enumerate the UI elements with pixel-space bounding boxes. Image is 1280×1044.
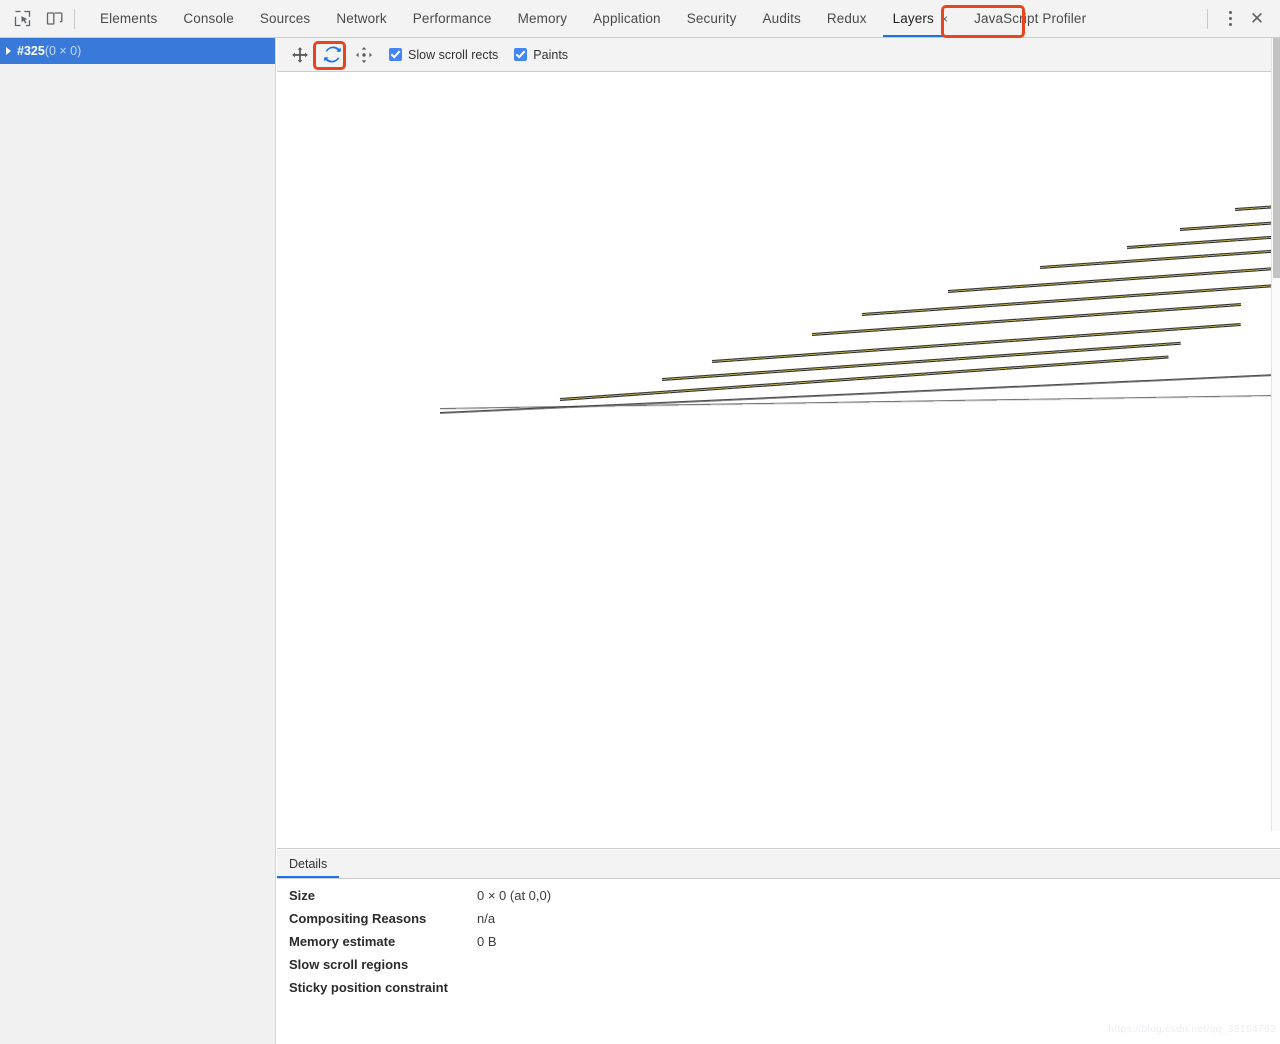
layers-toolbar: Slow scroll rects Paints [277, 38, 1280, 72]
paints-label: Paints [533, 48, 568, 62]
detail-value: 0 B [477, 934, 497, 949]
rotate-mode-button[interactable] [317, 42, 347, 68]
tab-label: Memory [518, 11, 568, 26]
pan-mode-button[interactable] [285, 42, 315, 68]
tab-elements[interactable]: Elements [87, 0, 170, 37]
tab-label: Security [687, 11, 737, 26]
pan-arrows-icon [291, 46, 309, 64]
layers-3d-viewport[interactable] [277, 72, 1280, 849]
tab-audits[interactable]: Audits [750, 0, 814, 37]
devtools-right-tools: ✕ [1203, 0, 1280, 37]
devtools-window: Elements Console Sources Network Perform… [0, 0, 1280, 1044]
tab-network[interactable]: Network [323, 0, 399, 37]
reset-view-button[interactable] [349, 42, 379, 68]
layer-node-name: #325 [17, 44, 45, 58]
layer-plate[interactable] [812, 303, 1241, 336]
rotate-arrows-icon [323, 45, 342, 64]
details-tab-underline [277, 876, 339, 878]
layer-plate[interactable] [1127, 231, 1280, 249]
triangle-right-icon[interactable] [6, 47, 11, 55]
tab-label: Network [336, 11, 386, 26]
inspect-element-button[interactable] [8, 6, 36, 32]
detail-row-compositing-reasons: Compositing Reasons n/a [289, 911, 1280, 934]
dot [1229, 23, 1232, 26]
tab-label: Elements [100, 11, 157, 26]
details-body: Size 0 × 0 (at 0,0) Compositing Reasons … [277, 879, 1280, 1003]
layer-tree-item-325[interactable]: #325 (0 × 0) [0, 38, 275, 64]
close-devtools-button[interactable]: ✕ [1244, 6, 1270, 32]
tab-memory[interactable]: Memory [505, 0, 581, 37]
slow-scroll-rects-checkbox[interactable]: Slow scroll rects [389, 48, 498, 62]
tab-security[interactable]: Security [674, 0, 750, 37]
details-tabbar: Details [277, 850, 1280, 879]
tab-label: Sources [260, 11, 310, 26]
layer-plate[interactable] [862, 280, 1280, 316]
watermark-text: https://blog.csdn.net/qq_38164763 [1108, 1023, 1276, 1035]
tab-label: Redux [827, 11, 867, 26]
detail-value: 0 × 0 (at 0,0) [477, 888, 551, 903]
active-tab-underline [883, 35, 959, 37]
slow-scroll-rects-label: Slow scroll rects [408, 48, 498, 62]
inspect-element-icon [14, 10, 31, 27]
detail-row-size: Size 0 × 0 (at 0,0) [289, 888, 1280, 911]
dot [1229, 11, 1232, 14]
tab-redux[interactable]: Redux [814, 0, 880, 37]
tab-label: Performance [413, 11, 492, 26]
tab-label: JavaScript Profiler [974, 11, 1086, 26]
tab-sources[interactable]: Sources [247, 0, 323, 37]
tab-label: Console [183, 11, 233, 26]
devtools-tool-icons [0, 0, 87, 37]
device-toolbar-icon [46, 10, 63, 27]
detail-label: Memory estimate [289, 934, 477, 949]
detail-value: n/a [477, 911, 495, 926]
tab-close-icon[interactable]: × [941, 13, 948, 25]
layers-panel: Slow scroll rects Paints Details Size 0 … [277, 38, 1280, 1044]
checkbox-checked-icon[interactable] [514, 48, 527, 61]
tab-performance[interactable]: Performance [400, 0, 505, 37]
detail-row-slow-scroll-regions: Slow scroll regions [289, 957, 1280, 980]
detail-row-memory-estimate: Memory estimate 0 B [289, 934, 1280, 957]
right-tools-divider [1207, 9, 1208, 29]
layer-plate[interactable] [1040, 245, 1280, 269]
paints-checkbox[interactable]: Paints [514, 48, 568, 62]
center-view-icon [355, 46, 373, 64]
detail-label: Sticky position constraint [289, 980, 477, 995]
details-tab-label: Details [289, 857, 327, 871]
checkbox-checked-icon[interactable] [389, 48, 402, 61]
toolbar-divider [74, 9, 75, 29]
tab-label: Application [593, 11, 661, 26]
more-vertical-icon[interactable] [1218, 6, 1242, 32]
dot [1229, 17, 1232, 20]
layer-node-dimensions: (0 × 0) [45, 44, 81, 58]
scrollbar-thumb[interactable] [1273, 38, 1280, 278]
layer-plate[interactable] [1180, 216, 1280, 231]
detail-label: Size [289, 888, 477, 903]
detail-label: Compositing Reasons [289, 911, 477, 926]
detail-row-sticky-position-constraint: Sticky position constraint [289, 980, 1280, 1003]
device-toolbar-button[interactable] [40, 6, 68, 32]
tab-label: Layers [893, 11, 934, 26]
tab-layers[interactable]: Layers × [880, 0, 962, 37]
layers-tree-sidebar[interactable]: #325 (0 × 0) [0, 38, 276, 1044]
tab-details[interactable]: Details [277, 850, 339, 878]
viewport-scrollbar[interactable] [1271, 38, 1280, 831]
tab-javascript-profiler[interactable]: JavaScript Profiler [961, 0, 1099, 37]
devtools-tabs: Elements Console Sources Network Perform… [87, 0, 1203, 37]
tab-application[interactable]: Application [580, 0, 674, 37]
detail-label: Slow scroll regions [289, 957, 477, 972]
devtools-tabbar: Elements Console Sources Network Perform… [0, 0, 1280, 38]
layer-details-pane: Details Size 0 × 0 (at 0,0) Compositing … [277, 850, 1280, 1044]
tab-console[interactable]: Console [170, 0, 246, 37]
tab-label: Audits [763, 11, 801, 26]
